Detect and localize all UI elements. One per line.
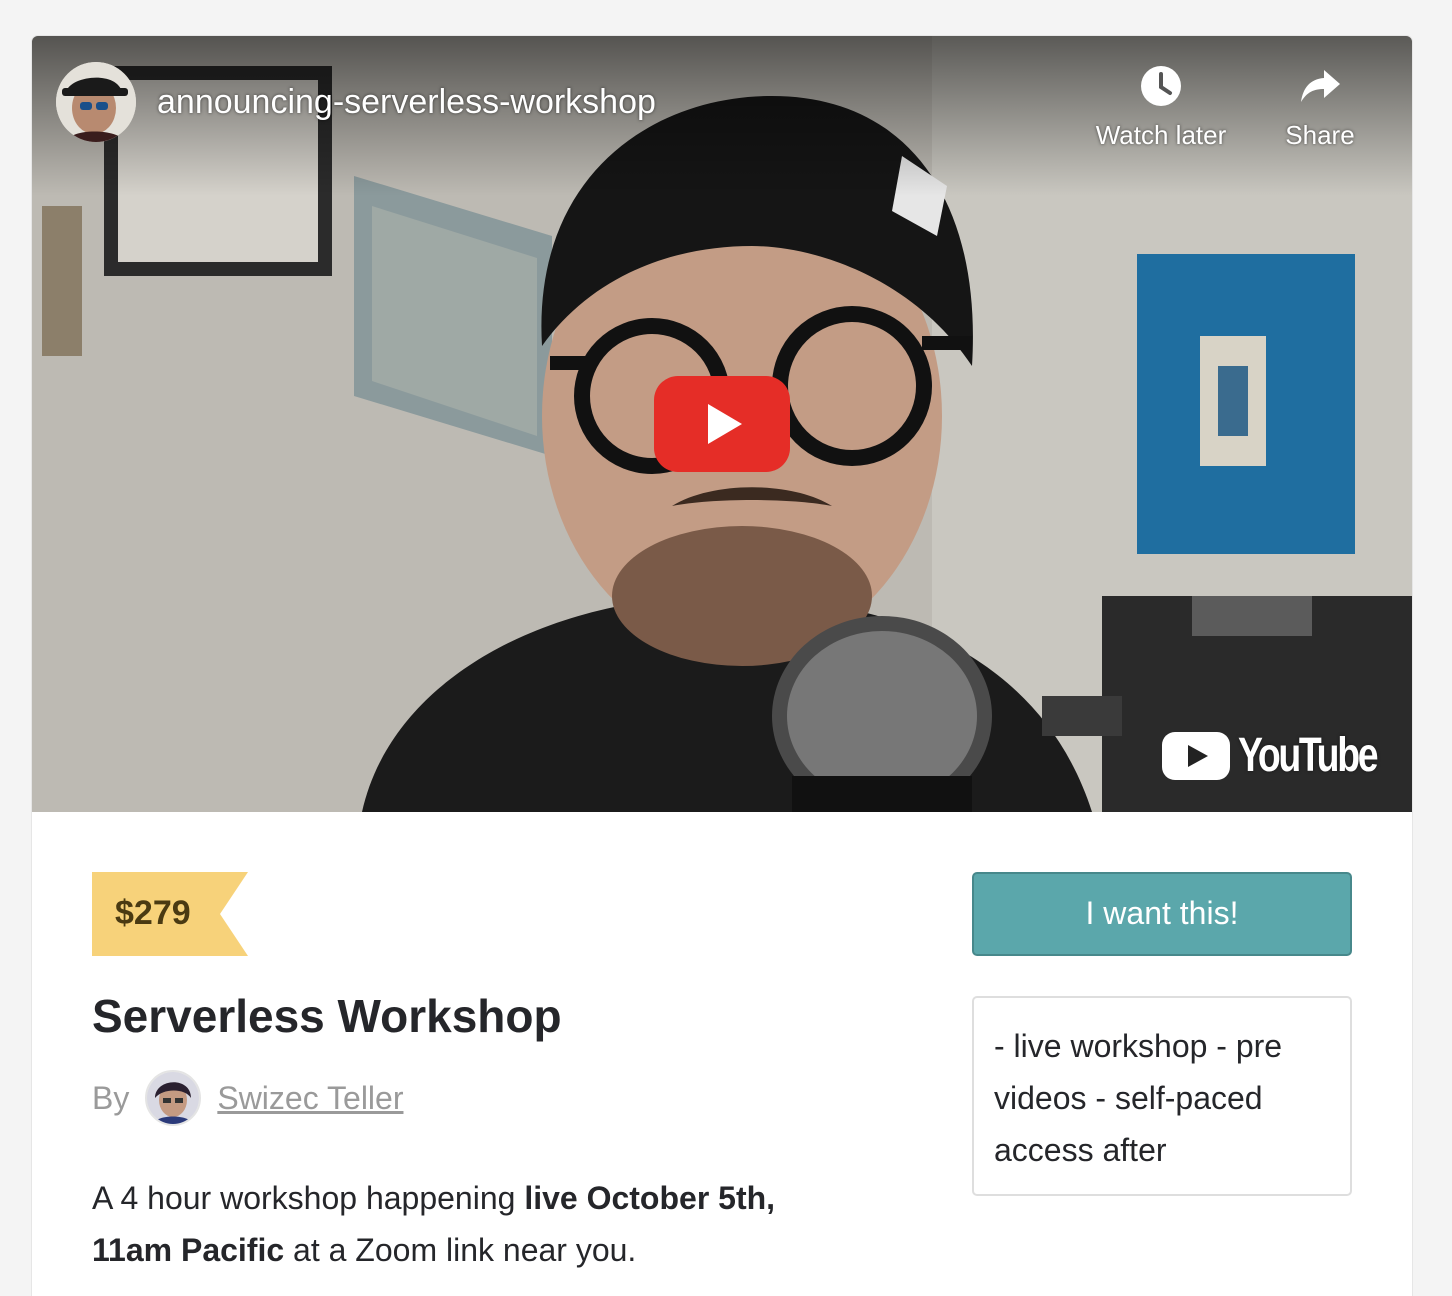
video-embed[interactable]: announcing-serverless-workshop Watch lat…: [32, 36, 1412, 812]
watch-later-label: Watch later: [1095, 120, 1227, 150]
clock-icon: [1141, 66, 1181, 106]
product-summary-box: - live workshop - pre videos - self-pace…: [972, 996, 1352, 1196]
i-want-this-button[interactable]: I want this!: [972, 872, 1352, 956]
by-label: By: [92, 1079, 130, 1116]
share-button[interactable]: Share: [1235, 64, 1405, 151]
youtube-logo[interactable]: YouTube: [1162, 726, 1382, 786]
author-byline: By Swizec Teller: [92, 1068, 403, 1128]
youtube-wordmark: YouTube: [1238, 729, 1379, 782]
description-text-1: A 4 hour workshop happening: [92, 1180, 525, 1216]
youtube-icon: [1162, 732, 1230, 780]
description-text-2: at a Zoom link near you.: [284, 1232, 637, 1268]
video-title[interactable]: announcing-serverless-workshop: [157, 80, 656, 124]
channel-avatar[interactable]: [56, 62, 136, 142]
product-title: Serverless Workshop: [92, 990, 562, 1042]
author-link[interactable]: Swizec Teller: [217, 1080, 403, 1117]
share-label: Share: [1285, 120, 1355, 150]
share-arrow-icon: [1301, 70, 1340, 102]
price-tag: $279: [92, 872, 248, 956]
product-card: announcing-serverless-workshop Watch lat…: [32, 36, 1412, 1296]
play-button[interactable]: [654, 376, 790, 472]
watch-later-button[interactable]: Watch later: [1076, 64, 1246, 151]
product-description: A 4 hour workshop happening live October…: [92, 1172, 792, 1276]
author-avatar[interactable]: [145, 1070, 202, 1126]
price-label: $279: [115, 894, 191, 932]
